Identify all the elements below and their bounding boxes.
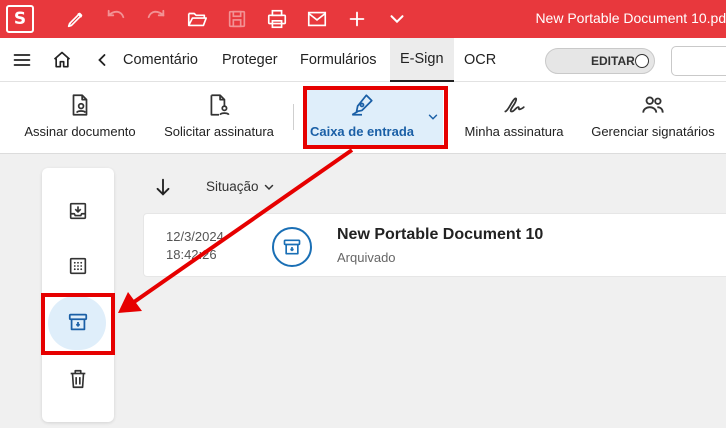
request-signature-label: Solicitar assinatura bbox=[164, 124, 274, 139]
row-datetime: 12/3/2024 18:42:26 bbox=[166, 228, 224, 264]
pending-dotted-box-icon[interactable] bbox=[65, 253, 91, 279]
manage-signers-button[interactable]: Gerenciar signatários bbox=[588, 88, 718, 146]
pen-nib-icon bbox=[351, 94, 373, 116]
home-icon[interactable] bbox=[50, 48, 74, 72]
inbox-tray-icon[interactable] bbox=[65, 198, 91, 224]
sign-document-button[interactable]: Assinar documento bbox=[22, 88, 138, 146]
manage-signers-label: Gerenciar signatários bbox=[591, 124, 715, 139]
print-icon[interactable] bbox=[265, 7, 289, 31]
tab-proteger[interactable]: Proteger bbox=[216, 38, 284, 82]
pen-tool-icon[interactable] bbox=[64, 7, 88, 31]
add-icon[interactable] bbox=[345, 7, 369, 31]
mail-icon[interactable] bbox=[305, 7, 329, 31]
toggle-knob bbox=[635, 54, 649, 68]
signature-icon bbox=[504, 97, 525, 113]
archived-document-icon bbox=[272, 227, 312, 267]
edit-toggle[interactable]: EDITAR bbox=[545, 48, 655, 74]
tab-comentario[interactable]: Comentário bbox=[117, 38, 204, 82]
my-signature-button[interactable]: Minha assinatura bbox=[458, 88, 570, 146]
status-filter-dropdown[interactable]: Situação bbox=[206, 179, 275, 194]
document-name: New Portable Document 10 bbox=[337, 226, 544, 243]
inbox-label: Caixa de entrada bbox=[309, 124, 415, 139]
title-bar: S New Portable Document 10.pdf bbox=[0, 0, 726, 38]
redo-icon[interactable] bbox=[144, 7, 168, 31]
chevron-down-icon bbox=[264, 184, 273, 190]
list-item[interactable]: 12/3/2024 18:42:26 New Portable Document… bbox=[143, 213, 726, 277]
status-filter-label: Situação bbox=[206, 179, 259, 194]
document-status: Arquivado bbox=[337, 250, 396, 265]
open-folder-icon[interactable] bbox=[185, 7, 209, 31]
inbox-dropdown-chevron-icon[interactable] bbox=[426, 110, 440, 124]
app-window: S New Portable Document 10.pdf Comentári… bbox=[0, 0, 726, 428]
row-date: 12/3/2024 bbox=[166, 229, 224, 244]
tab-ocr[interactable]: OCR bbox=[458, 38, 502, 82]
row-time: 18:42:26 bbox=[166, 247, 217, 262]
people-icon bbox=[642, 96, 664, 113]
my-signature-label: Minha assinatura bbox=[464, 124, 564, 139]
search-input[interactable] bbox=[671, 46, 726, 76]
menu-bar: Comentário Proteger Formulários E-Sign O… bbox=[0, 38, 726, 82]
sort-arrow-icon[interactable] bbox=[152, 176, 174, 198]
edit-toggle-label: EDITAR bbox=[591, 54, 635, 68]
chevron-left-icon[interactable] bbox=[90, 48, 114, 72]
sign-document-icon bbox=[72, 94, 88, 116]
chevron-down-icon[interactable] bbox=[385, 7, 409, 31]
hamburger-menu-icon[interactable] bbox=[10, 48, 34, 72]
document-title: New Portable Document 10.pdf bbox=[535, 10, 726, 26]
request-signature-button[interactable]: Solicitar assinatura bbox=[160, 88, 278, 146]
archive-box-icon[interactable] bbox=[65, 309, 91, 335]
sign-document-label: Assinar documento bbox=[24, 124, 136, 139]
undo-icon[interactable] bbox=[104, 7, 128, 31]
ribbon-separator bbox=[293, 104, 294, 130]
tab-formularios[interactable]: Formulários bbox=[294, 38, 383, 82]
request-signature-icon bbox=[210, 94, 230, 116]
inbox-button[interactable]: Caixa de entrada bbox=[306, 88, 418, 146]
app-logo: S bbox=[6, 5, 34, 33]
tab-esign[interactable]: E-Sign bbox=[390, 38, 454, 82]
save-icon[interactable] bbox=[225, 7, 249, 31]
trash-icon[interactable] bbox=[65, 366, 91, 392]
